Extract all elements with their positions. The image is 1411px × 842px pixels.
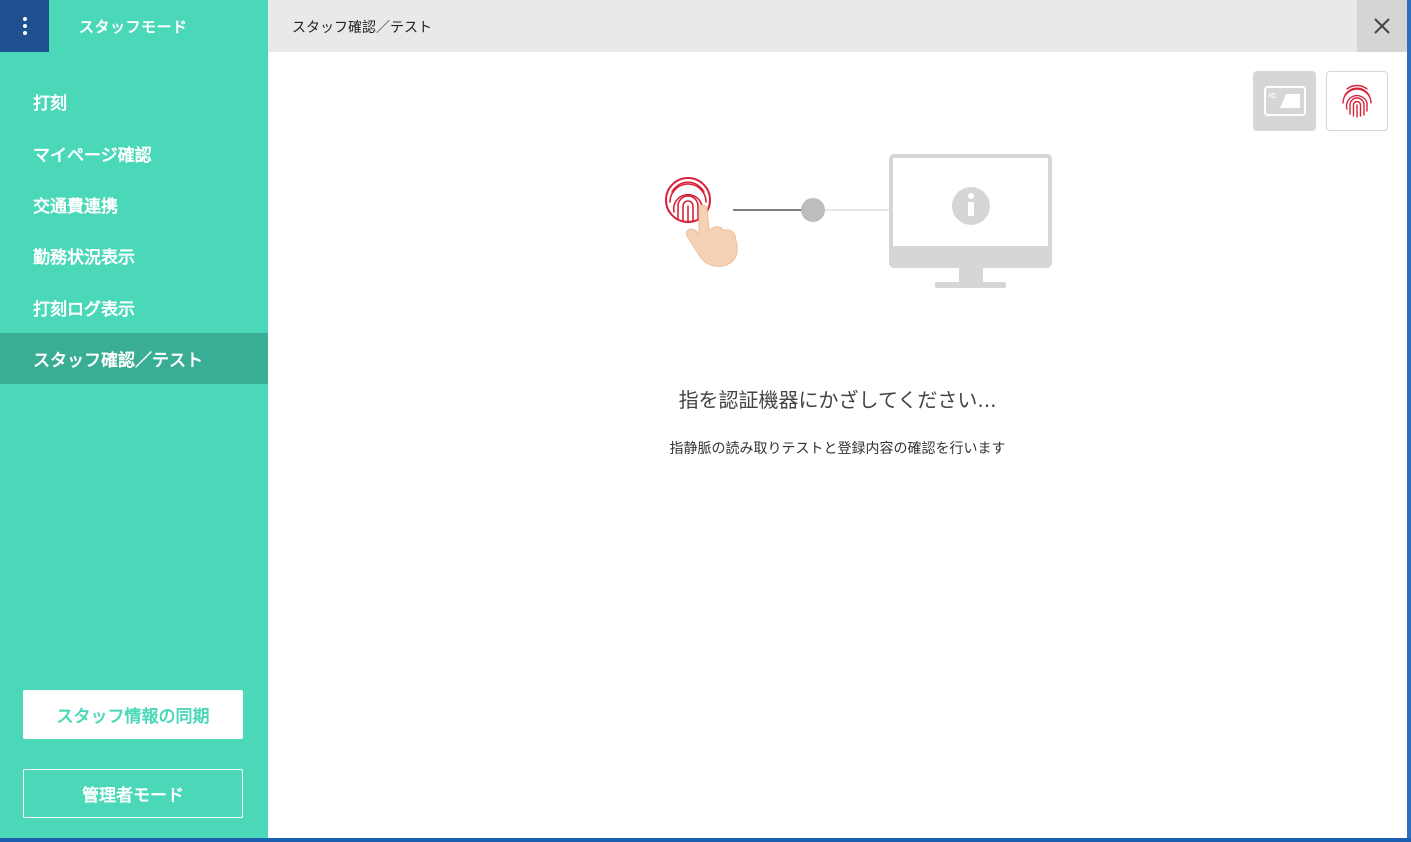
vertical-dots-icon bbox=[22, 17, 27, 35]
window-edge bbox=[1407, 0, 1411, 842]
sidebar-item-punch[interactable]: 打刻 bbox=[0, 76, 268, 127]
close-button[interactable] bbox=[1357, 0, 1407, 52]
pointing-hand-icon bbox=[686, 204, 738, 267]
sidebar: スタッフモード 打刻 マイページ確認 交通費連携 勤務状況表示 打刻ログ表示 ス… bbox=[0, 0, 268, 838]
sidebar-item-label: 交通費連携 bbox=[33, 196, 118, 217]
sync-staff-button[interactable]: スタッフ情報の同期 bbox=[23, 690, 243, 739]
sidebar-item-mypage[interactable]: マイページ確認 bbox=[0, 127, 268, 178]
sidebar-item-label: スタッフ確認／テスト bbox=[33, 351, 203, 372]
ic-card-button[interactable]: IC bbox=[1253, 71, 1316, 131]
sidebar-item-label: 勤務状況表示 bbox=[33, 248, 135, 269]
fingerprint-button[interactable] bbox=[1326, 71, 1388, 131]
close-icon bbox=[1374, 18, 1390, 34]
mode-title: スタッフモード bbox=[79, 18, 188, 36]
sidebar-nav: 打刻 マイページ確認 交通費連携 勤務状況表示 打刻ログ表示 スタッフ確認／テス… bbox=[0, 76, 268, 385]
fingerprint-icon bbox=[1342, 84, 1372, 118]
fingerprint-scan-illustration bbox=[665, 154, 1052, 288]
svg-text:IC: IC bbox=[1269, 93, 1276, 100]
monitor-info-icon bbox=[889, 154, 1052, 288]
progress-dot bbox=[801, 198, 825, 222]
ic-card-icon: IC bbox=[1263, 86, 1306, 116]
sidebar-item-work-status[interactable]: 勤務状況表示 bbox=[0, 230, 268, 281]
page-title: スタッフ確認／テスト bbox=[292, 20, 432, 36]
description-text: 指静脈の読み取りテストと登録内容の確認を行います bbox=[669, 441, 1006, 457]
taskbar-strip bbox=[0, 838, 1411, 842]
sidebar-item-staff-check[interactable]: スタッフ確認／テスト bbox=[0, 332, 268, 385]
sidebar-item-label: マイページ確認 bbox=[33, 145, 152, 166]
instruction-text: 指を認証機器にかざしてください... bbox=[678, 388, 997, 412]
menu-button[interactable] bbox=[0, 0, 49, 52]
sidebar-item-transport[interactable]: 交通費連携 bbox=[0, 179, 268, 230]
sidebar-item-punch-log[interactable]: 打刻ログ表示 bbox=[0, 282, 268, 333]
sidebar-item-label: 打刻 bbox=[33, 94, 67, 115]
main-panel: スタッフ確認／テスト IC 指を認証機器にかざしてください... 指静脈の読み取… bbox=[268, 0, 1407, 838]
sidebar-item-label: 打刻ログ表示 bbox=[33, 299, 135, 320]
header-bar: スタッフ確認／テスト bbox=[268, 0, 1407, 52]
admin-mode-button[interactable]: 管理者モード bbox=[23, 769, 243, 818]
